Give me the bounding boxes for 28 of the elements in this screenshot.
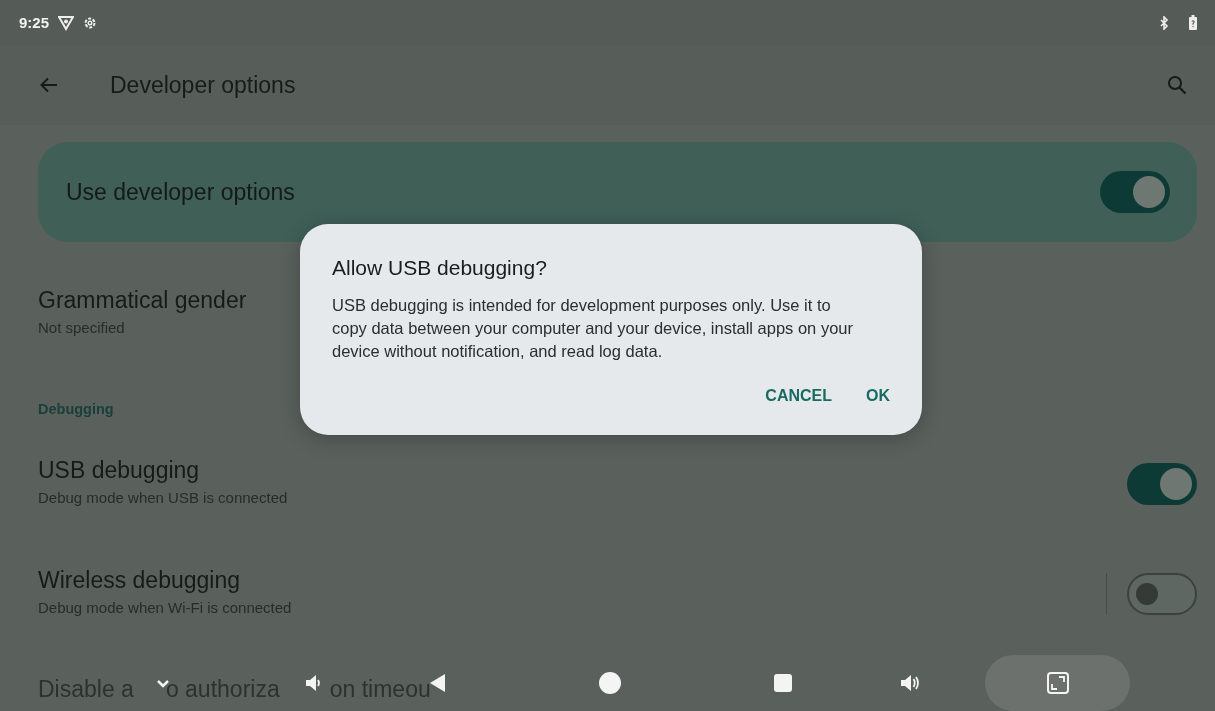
speaker-icon (304, 674, 322, 692)
setting-title: Wireless debugging (38, 566, 240, 595)
bluetooth-icon (1160, 15, 1169, 30)
fullscreen-icon (1046, 672, 1069, 694)
battery-icon (1189, 15, 1197, 30)
dialog-button[interactable]: CANCEL (753, 379, 844, 413)
search-icon (1167, 75, 1187, 95)
toggle-switch[interactable] (1127, 573, 1197, 615)
circle-icon (599, 672, 621, 694)
main-switch-card[interactable]: Use developer options (38, 142, 1197, 242)
gear-icon (83, 15, 98, 30)
dialog-button[interactable]: OK (854, 379, 902, 413)
page-title: Developer options (110, 71, 297, 99)
dialog-message: USB debugging is intended for development purposes only. Use it to copy data between your computer and your device, install apps on your device without notification, and read log data. (332, 295, 854, 362)
back-arrow-icon (40, 77, 58, 93)
clock-time: 9:25 (19, 14, 50, 31)
triangle-left-icon (428, 673, 446, 693)
section-header: Debugging (38, 400, 114, 419)
fullscreen-button[interactable] (985, 655, 1130, 711)
square-icon (774, 674, 792, 692)
shield-icon (58, 14, 75, 31)
toggle-switch[interactable] (1127, 463, 1197, 505)
setting-title: Grammatical gender (38, 286, 247, 315)
speaker-icon (900, 674, 920, 692)
main-switch-label: Use developer options (66, 178, 296, 206)
setting-title: USB debugging (38, 456, 200, 485)
dialog-title: Allow USB debugging? (332, 256, 548, 280)
toggle-switch[interactable] (1100, 171, 1170, 213)
